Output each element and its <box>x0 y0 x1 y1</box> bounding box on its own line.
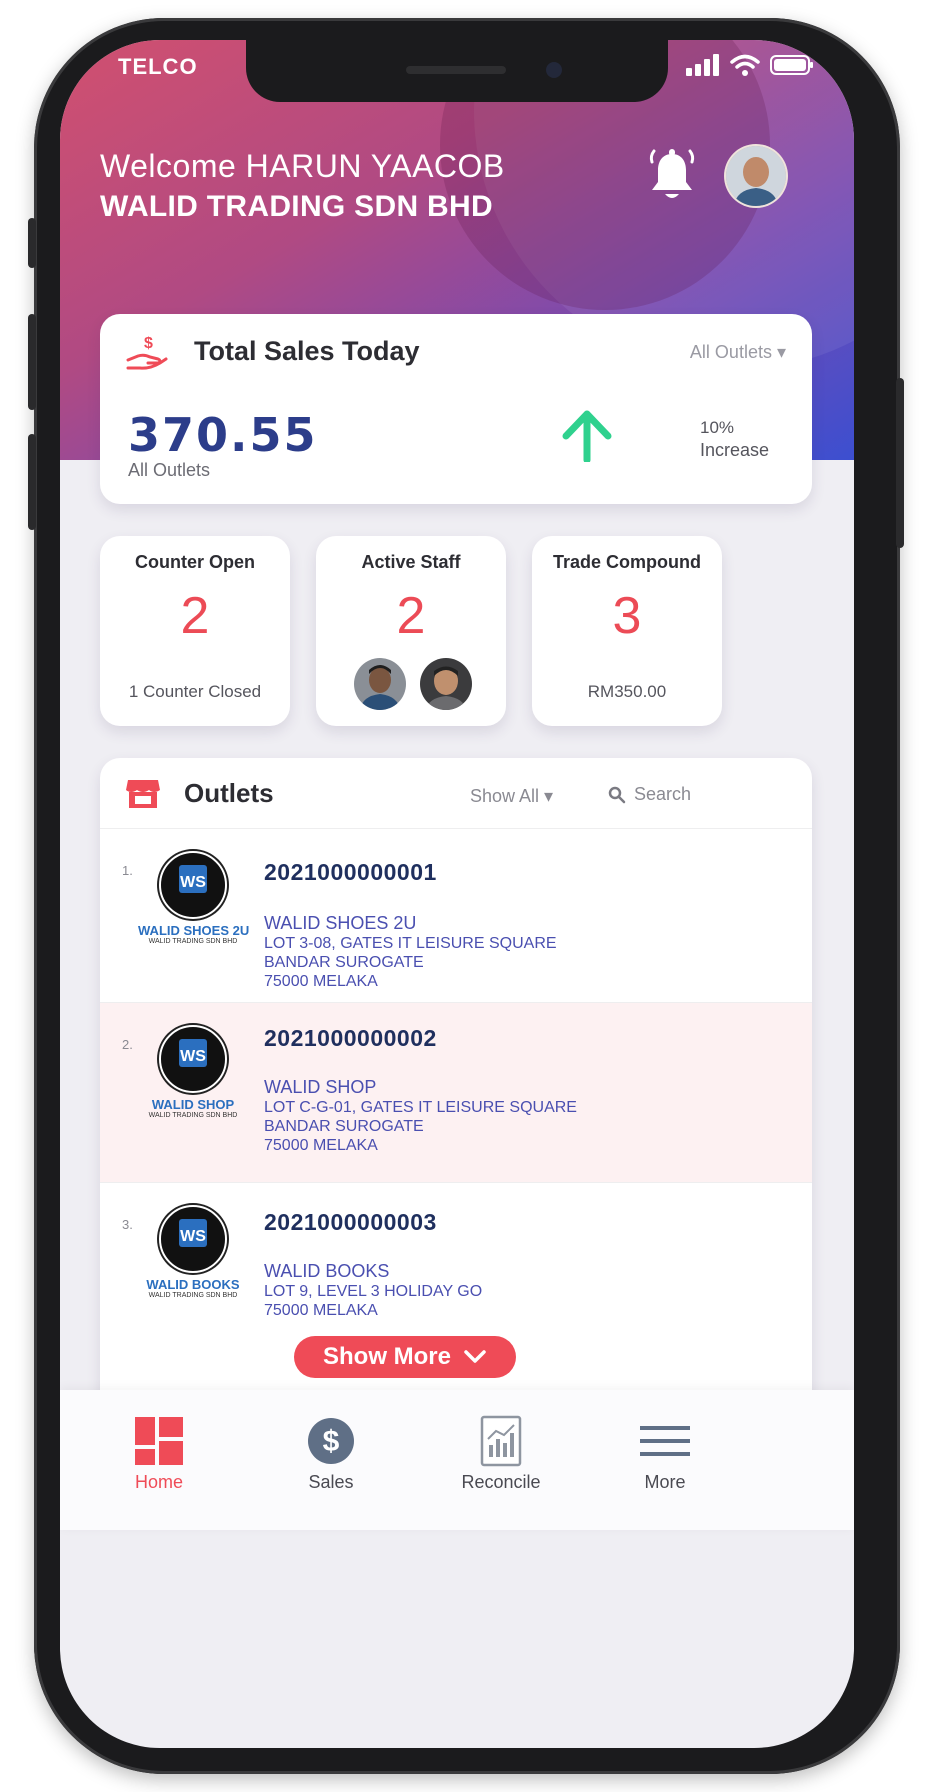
outlet-name: WALID BOOKS <box>264 1261 390 1281</box>
outlet-logo: WS WALID BOOKS WALID TRADING SDN BHD <box>138 1205 248 1299</box>
outlet-name: WALID SHOES 2U <box>264 913 417 933</box>
row-number: 2. <box>122 1037 133 1052</box>
staff-avatar[interactable] <box>354 658 406 710</box>
carrier-label: TELCO <box>118 54 198 79</box>
outlet-id: 2021000000001 <box>264 859 437 885</box>
trade-compound-card[interactable]: Trade Compound 3 RM350.00 <box>532 536 722 726</box>
outlet-logo: WS WALID SHOP WALID TRADING SDN BHD <box>138 1025 248 1119</box>
bell-icon[interactable] <box>648 148 696 204</box>
outlet-address-line: 75000 MELAKA <box>264 1302 378 1319</box>
tab-more[interactable]: More <box>590 1410 740 1493</box>
logo-name: WALID BOOKS <box>146 1277 240 1292</box>
status-icons <box>686 54 814 76</box>
outlet-address-line: LOT 9, LEVEL 3 HOLIDAY GO <box>264 1283 483 1300</box>
bottom-tab-bar: Home $ Sales Reconcile More <box>60 1390 854 1530</box>
stat-footer: RM350.00 <box>587 682 667 701</box>
outlet-row[interactable]: 1. WS WALID SHOES 2U WALID TRADING SDN B… <box>100 828 812 1003</box>
increase-percent: 10% <box>700 418 735 437</box>
money-hand-icon: $ <box>126 335 168 370</box>
volume-up-button <box>28 314 36 410</box>
logo-name: WALID SHOES 2U <box>138 923 250 938</box>
stat-value: 3 <box>612 587 642 645</box>
sales-scope-label: All Outlets <box>128 460 211 480</box>
row-number: 3. <box>122 1217 133 1232</box>
wifi-icon <box>730 54 760 76</box>
svg-text:$: $ <box>144 335 153 352</box>
outlet-filter-dropdown[interactable]: All Outlets ▾ <box>690 342 786 363</box>
outlet-address-line: BANDAR SUROGATE <box>264 954 424 971</box>
outlet-id: 2021000000003 <box>264 1209 437 1235</box>
active-staff-card[interactable]: Active Staff 2 <box>316 536 506 726</box>
power-button <box>896 378 904 548</box>
svg-text:$: $ <box>323 1425 340 1458</box>
show-more-button[interactable]: Show More <box>294 1336 516 1378</box>
row-number: 1. <box>122 863 133 878</box>
outlet-row[interactable]: 3. WS WALID BOOKS WALID TRADING SDN BHD … <box>100 1182 812 1361</box>
chevron-down-icon <box>464 1350 486 1363</box>
sales-amount: 370.55 <box>128 408 318 462</box>
arrow-up-icon <box>562 410 612 462</box>
outlet-address-line: LOT 3-08, GATES IT LEISURE SQUARE <box>264 935 557 952</box>
logo-name: WALID SHOP <box>151 1097 235 1112</box>
tab-label: Reconcile <box>461 1472 541 1492</box>
tab-label: Home <box>134 1472 183 1492</box>
battery-icon <box>770 55 813 75</box>
stat-label: Trade Compound <box>553 552 701 572</box>
counter-open-card[interactable]: Counter Open 2 1 Counter Closed <box>100 536 290 726</box>
outlet-id: 2021000000002 <box>264 1025 437 1051</box>
company-name: WALID TRADING SDN BHD <box>100 190 493 223</box>
outlet-address-line: LOT C-G-01, GATES IT LEISURE SQUARE <box>264 1099 577 1116</box>
dashboard-icon <box>135 1417 183 1465</box>
svg-text:WS: WS <box>180 1048 206 1065</box>
store-icon <box>126 780 160 808</box>
logo-subtitle: WALID TRADING SDN BHD <box>148 1292 238 1299</box>
tab-label: Sales <box>308 1472 354 1492</box>
outlet-address-line: 75000 MELAKA <box>264 1137 378 1154</box>
volume-down-button <box>28 434 36 530</box>
svg-text:WS: WS <box>180 874 206 891</box>
tab-reconcile[interactable]: Reconcile <box>426 1410 576 1493</box>
outlet-address-line: BANDAR SUROGATE <box>264 1118 424 1135</box>
report-icon <box>480 1415 522 1467</box>
svg-text:WS: WS <box>180 1228 206 1245</box>
outlet-address-line: 75000 MELAKA <box>264 973 378 990</box>
app-screen: TELCO Welcome HARUN YAACOB WALID TRADING… <box>60 40 854 1748</box>
outlets-title: Outlets <box>184 778 274 808</box>
notch <box>246 40 668 102</box>
show-more-label: Show More <box>322 1343 451 1370</box>
stat-label: Counter Open <box>135 552 255 572</box>
welcome-text: Welcome HARUN YAACOB <box>100 148 505 184</box>
tab-home[interactable]: Home <box>84 1410 234 1493</box>
outlet-row[interactable]: 2. WS WALID SHOP WALID TRADING SDN BHD 2… <box>100 1002 812 1183</box>
show-all-dropdown[interactable]: Show All ▾ <box>470 786 553 807</box>
user-avatar[interactable] <box>724 144 788 208</box>
increase-label: Increase <box>700 440 770 460</box>
staff-avatar[interactable] <box>420 658 472 710</box>
search-placeholder: Search <box>634 784 692 804</box>
logo-subtitle: WALID TRADING SDN BHD <box>148 938 238 945</box>
outlet-search[interactable]: Search <box>608 784 691 805</box>
tab-label: More <box>644 1472 686 1492</box>
stat-label: Active Staff <box>361 552 461 572</box>
outlet-logo: WS WALID SHOES 2U WALID TRADING SDN BHD <box>138 851 250 945</box>
tab-sales[interactable]: $ Sales <box>256 1410 406 1493</box>
stat-value: 2 <box>396 587 426 645</box>
search-icon <box>608 786 626 803</box>
total-sales-card: $ Total Sales Today All Outlets ▾ 370.55… <box>100 314 812 504</box>
logo-subtitle: WALID TRADING SDN BHD <box>148 1112 238 1119</box>
outlet-name: WALID SHOP <box>264 1077 377 1097</box>
mute-switch <box>28 218 36 268</box>
menu-icon <box>640 1426 690 1456</box>
stat-value: 2 <box>180 587 210 645</box>
stat-footer: 1 Counter Closed <box>128 682 262 701</box>
signal-icon <box>686 54 719 76</box>
dollar-circle-icon: $ <box>308 1418 354 1464</box>
total-sales-title: Total Sales Today <box>194 336 420 366</box>
